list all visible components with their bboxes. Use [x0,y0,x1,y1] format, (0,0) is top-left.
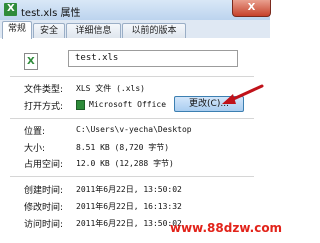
size-label: 大小: [24,144,46,154]
size-value: 8.51 KB (8,720 字节) [76,143,170,152]
close-button[interactable]: X [232,0,271,17]
divider [10,176,254,177]
file-type-label: 文件类型: [24,85,64,95]
general-panel: test.xls 文件类型: XLS 文件 (.xls) 打开方式: Micro… [0,38,270,243]
open-with-value: Microsoft Office 2( [89,100,171,109]
divider [10,76,254,77]
tab-security[interactable]: 安全 [33,23,65,38]
size-on-disk-value: 12.0 KB (12,288 字节) [76,159,174,168]
tab-general[interactable]: 常规 [2,21,32,39]
change-button[interactable]: 更改(C)... [174,96,244,112]
divider [10,118,254,119]
created-label: 创建时间: [24,186,64,196]
tab-details[interactable]: 详细信息 [66,23,121,38]
open-with-label: 打开方式: [24,102,64,112]
accessed-label: 访问时间: [24,220,64,230]
title-bar: test.xls 属性 X [0,0,271,21]
window-title: test.xls 属性 [21,8,81,19]
modified-value: 2011年6月22日, 16:13:32 [76,202,182,211]
accessed-value: 2011年6月22日, 13:50:02 [76,219,182,228]
created-value: 2011年6月22日, 13:50:02 [76,185,182,194]
modified-label: 修改时间: [24,203,64,213]
office-app-icon [76,100,85,110]
watermark: www.88dzw.com [170,221,283,235]
tab-strip: 常规 安全 详细信息 以前的版本 [0,20,270,39]
tab-previous-versions[interactable]: 以前的版本 [122,23,186,38]
excel-file-icon [24,53,38,70]
file-type-value: XLS 文件 (.xls) [76,84,145,93]
file-name-field[interactable]: test.xls [68,50,238,67]
size-on-disk-label: 占用空间: [24,160,64,170]
location-value: C:\Users\v-yecha\Desktop [76,125,192,134]
location-label: 位置: [24,127,46,137]
excel-file-icon [4,3,17,16]
